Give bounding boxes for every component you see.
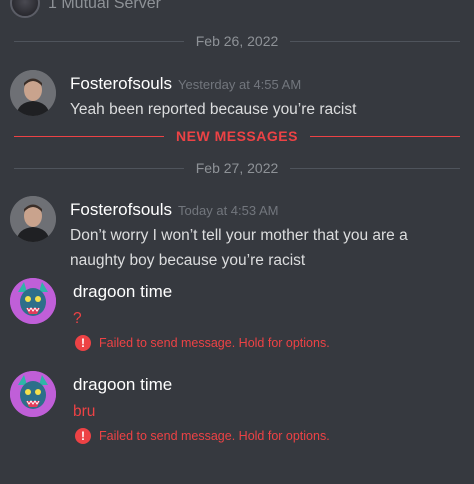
date-divider-label: Feb 26, 2022 bbox=[195, 33, 279, 49]
divider-line bbox=[14, 40, 184, 42]
new-messages-label: NEW MESSAGES bbox=[176, 128, 298, 144]
message-text-line: Don’t worry I won’t tell your mother tha… bbox=[70, 227, 408, 244]
message-text: Don’t worry I won’t tell your mother tha… bbox=[70, 223, 408, 273]
user-avatar[interactable] bbox=[10, 371, 56, 417]
message-text-line: naughty boy because you’re racist bbox=[70, 252, 306, 269]
send-error-text: Failed to send message. Hold for options… bbox=[99, 336, 330, 350]
author-name[interactable]: Fosterofsouls bbox=[70, 74, 172, 93]
divider-line bbox=[14, 135, 165, 137]
server-avatar bbox=[10, 0, 40, 18]
user-avatar[interactable] bbox=[10, 70, 56, 116]
message-item[interactable]: Fosterofsouls Today at 4:53 AM Don’t worr… bbox=[0, 194, 474, 274]
author-name[interactable]: Fosterofsouls bbox=[70, 200, 172, 219]
new-messages-divider: NEW MESSAGES bbox=[14, 128, 460, 144]
exclamation-circle-icon: ! bbox=[75, 335, 91, 351]
divider-line bbox=[309, 135, 460, 137]
send-error-notice[interactable]: ! Failed to send message. Hold for optio… bbox=[75, 428, 330, 444]
divider-line bbox=[290, 167, 461, 169]
send-error-notice[interactable]: ! Failed to send message. Hold for optio… bbox=[75, 335, 330, 351]
message-item[interactable]: dragoon time ? ! Failed to send message.… bbox=[0, 276, 474, 356]
failed-message-text: ? bbox=[73, 310, 82, 327]
user-avatar[interactable] bbox=[10, 278, 56, 324]
date-divider: Feb 26, 2022 bbox=[14, 33, 461, 49]
message-text: Yeah been reported because you’re racist bbox=[70, 101, 357, 118]
send-error-text: Failed to send message. Hold for options… bbox=[99, 429, 330, 443]
divider-line bbox=[290, 40, 461, 42]
exclamation-circle-icon: ! bbox=[75, 428, 91, 444]
message-timestamp: Today at 4:53 AM bbox=[178, 203, 279, 218]
message-item[interactable]: dragoon time bru ! Failed to send messag… bbox=[0, 369, 474, 449]
failed-message-text: bru bbox=[73, 403, 96, 420]
message-author[interactable]: dragoon time bbox=[73, 282, 172, 302]
user-avatar[interactable] bbox=[10, 196, 56, 242]
mutual-servers-row[interactable]: 1 Mutual Server bbox=[10, 0, 161, 18]
message-author[interactable]: Fosterofsouls Yesterday at 4:55 AM bbox=[70, 74, 301, 94]
message-timestamp: Yesterday at 4:55 AM bbox=[178, 77, 302, 92]
date-divider: Feb 27, 2022 bbox=[14, 160, 461, 176]
message-author[interactable]: Fosterofsouls Today at 4:53 AM bbox=[70, 200, 279, 220]
date-divider-label: Feb 27, 2022 bbox=[195, 160, 279, 176]
message-author[interactable]: dragoon time bbox=[73, 375, 172, 395]
message-item[interactable]: Fosterofsouls Yesterday at 4:55 AM Yeah b… bbox=[0, 68, 474, 128]
mutual-servers-label: 1 Mutual Server bbox=[48, 0, 161, 12]
divider-line bbox=[14, 167, 184, 169]
